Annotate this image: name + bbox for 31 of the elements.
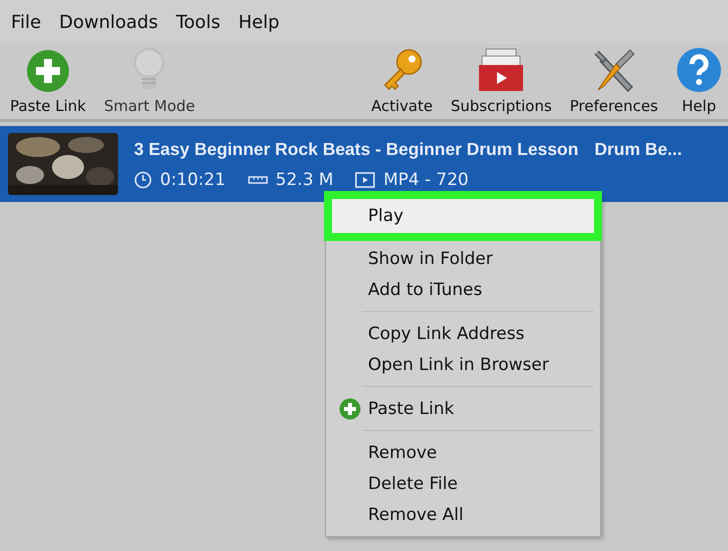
toolbar-button[interactable]: Activate	[365, 47, 439, 119]
context-menu-item[interactable]: Delete File	[332, 468, 594, 499]
menu-item[interactable]: Downloads	[50, 12, 167, 32]
toolbar-button[interactable]: Paste Link	[4, 49, 92, 119]
toolbar-button[interactable]: Help	[670, 47, 728, 119]
menu-item[interactable]: File	[2, 12, 50, 32]
context-menu-item[interactable]: Add to iTunes	[332, 274, 594, 305]
context-menu-item[interactable]: Paste Link	[332, 393, 594, 424]
clock-icon	[134, 170, 152, 188]
context-menu-item[interactable]: Play	[332, 199, 594, 233]
file-format: MP4 - 720	[383, 170, 469, 190]
toolbar-button[interactable]: Preferences	[564, 47, 664, 119]
channel-name: Drum Be...	[594, 138, 682, 160]
ruler-icon	[248, 174, 268, 184]
video-icon	[355, 172, 376, 188]
context-menu-item[interactable]: Open Link in Browser	[332, 349, 594, 380]
file-size: 52.3 M	[276, 170, 334, 190]
download-row[interactable]: 3 Easy Beginner Rock Beats - Beginner Drum Lesson Drum Be... 0:10:21 52.3 M MP4 - 720	[0, 126, 728, 202]
context-menu-item[interactable]: Remove All	[332, 499, 594, 530]
context-menu-item[interactable]: Copy Link Address	[332, 318, 594, 349]
menu-item[interactable]: Help	[229, 12, 288, 32]
plus-icon	[26, 49, 70, 93]
help-icon	[676, 47, 722, 93]
video-title: 3 Easy Beginner Rock Beats - Beginner Drum Lesson	[134, 138, 578, 160]
plus-icon	[339, 398, 361, 420]
duration: 0:10:21	[160, 170, 226, 190]
context-menu-item[interactable]: Show in Folder	[332, 243, 594, 274]
menu-item[interactable]: Tools	[166, 12, 230, 32]
context-menu-item[interactable]: Remove	[332, 437, 594, 468]
video-stack-icon	[477, 47, 526, 93]
toolbar-button[interactable]: Subscriptions	[444, 47, 558, 119]
